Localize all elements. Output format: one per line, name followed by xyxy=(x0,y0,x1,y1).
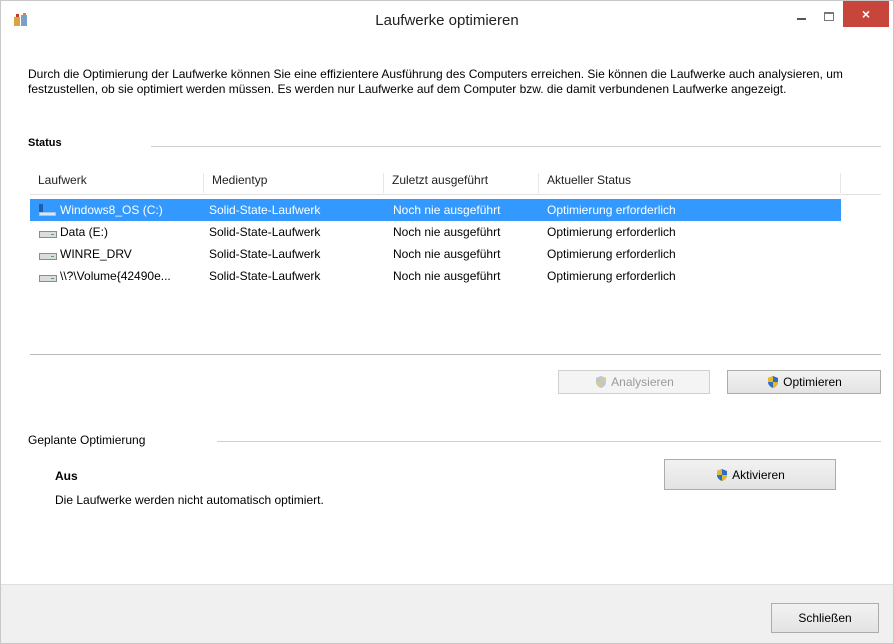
column-header-media-type[interactable]: Medientyp xyxy=(204,173,384,193)
scheduled-optimization-label: Geplante Optimierung xyxy=(28,433,146,447)
drive-name: WINRE_DRV xyxy=(60,247,132,261)
drive-row[interactable]: WINRE_DRV Solid-State-Laufwerk Noch nie … xyxy=(30,243,841,265)
close-window-button[interactable]: × xyxy=(843,1,889,27)
analyze-label: Analysieren xyxy=(611,375,674,389)
drive-name: Windows8_OS (C:) xyxy=(60,203,163,217)
drive-name: \\?\Volume{42490e... xyxy=(60,269,171,283)
optimize-label: Optimieren xyxy=(783,375,842,389)
drive-row[interactable]: Windows8_OS (C:) Solid-State-Laufwerk No… xyxy=(30,199,841,221)
close-button[interactable]: Schließen xyxy=(771,603,879,633)
uac-shield-icon xyxy=(768,376,779,388)
activate-label: Aktivieren xyxy=(732,467,785,482)
current-status-cell: Optimierung erforderlich xyxy=(547,269,676,283)
windows-drive-icon xyxy=(39,204,56,216)
drive-list[interactable]: Laufwerk Medientyp Zuletzt ausgeführt Ak… xyxy=(30,167,881,355)
maximize-button[interactable] xyxy=(815,1,843,31)
current-status-cell: Optimierung erforderlich xyxy=(547,247,676,261)
description-text: Durch die Optimierung der Laufwerke könn… xyxy=(28,67,843,96)
uac-shield-icon xyxy=(596,376,607,388)
minimize-button[interactable] xyxy=(787,1,815,31)
column-header-last-run[interactable]: Zuletzt ausgeführt xyxy=(384,173,539,193)
activate-button[interactable]: Aktivieren xyxy=(664,459,836,490)
drive-name-cell: Data (E:) xyxy=(38,225,206,239)
status-group-label: Status xyxy=(28,137,62,149)
drive-name-cell: \\?\Volume{42490e... xyxy=(38,269,206,283)
title-bar[interactable]: Laufwerke optimieren × xyxy=(1,1,893,39)
drive-name: Data (E:) xyxy=(60,225,109,239)
drive-name-cell: Windows8_OS (C:) xyxy=(38,203,206,217)
media-type-cell: Solid-State-Laufwerk xyxy=(209,269,321,283)
uac-shield-icon xyxy=(717,468,728,481)
last-run-cell: Noch nie ausgeführt xyxy=(393,269,501,283)
drive-row[interactable]: \\?\Volume{42490e... Solid-State-Laufwer… xyxy=(30,265,841,287)
window-title: Laufwerke optimieren xyxy=(375,12,519,29)
media-type-cell: Solid-State-Laufwerk xyxy=(209,247,321,261)
current-status-cell: Optimierung erforderlich xyxy=(547,225,676,239)
analyze-button[interactable]: Analysieren xyxy=(558,370,710,394)
drive-icon xyxy=(39,231,57,238)
last-run-cell: Noch nie ausgeführt xyxy=(393,203,501,217)
schedule-divider xyxy=(217,441,881,442)
drive-name-cell: WINRE_DRV xyxy=(38,247,206,261)
media-type-cell: Solid-State-Laufwerk xyxy=(209,203,321,217)
schedule-state: Aus xyxy=(55,469,78,483)
optimize-drives-window: Laufwerke optimieren × Durch die Optimie… xyxy=(0,0,894,644)
drive-row[interactable]: Data (E:) Solid-State-Laufwerk Noch nie … xyxy=(30,221,841,243)
schedule-description: Die Laufwerke werden nicht automatisch o… xyxy=(55,493,324,507)
media-type-cell: Solid-State-Laufwerk xyxy=(209,225,321,239)
column-header-current-status[interactable]: Aktueller Status xyxy=(539,173,841,193)
minimize-icon xyxy=(796,18,806,20)
current-status-cell: Optimierung erforderlich xyxy=(547,203,676,217)
drive-icon xyxy=(39,275,57,282)
drive-icon xyxy=(39,253,57,260)
maximize-icon xyxy=(824,11,834,21)
column-header-drive[interactable]: Laufwerk xyxy=(30,173,204,193)
optimize-button[interactable]: Optimieren xyxy=(727,370,881,394)
last-run-cell: Noch nie ausgeführt xyxy=(393,247,501,261)
close-label: Schließen xyxy=(798,611,852,625)
footer-bar xyxy=(1,584,893,643)
last-run-cell: Noch nie ausgeführt xyxy=(393,225,501,239)
close-icon: × xyxy=(861,6,871,22)
drive-list-header: Laufwerk Medientyp Zuletzt ausgeführt Ak… xyxy=(30,167,881,195)
status-divider xyxy=(151,146,881,147)
